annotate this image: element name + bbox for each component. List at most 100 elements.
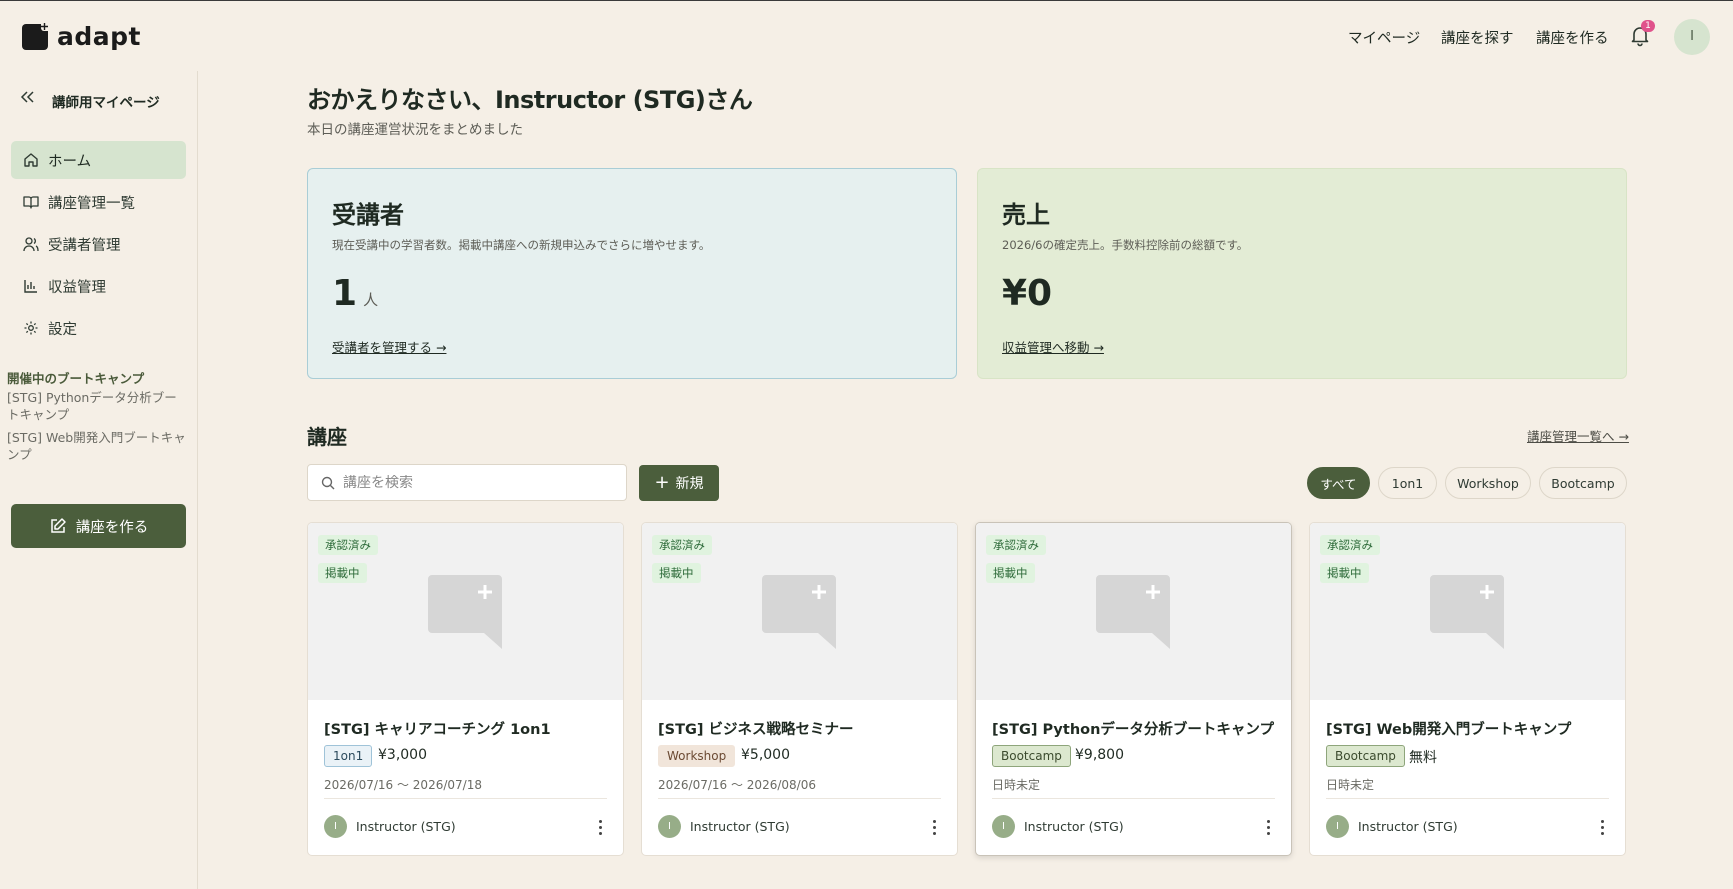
edit-icon [51,518,66,533]
course-date: 2026/07/16 〜 2026/08/06 [658,778,816,792]
sales-desc: 2026/6の確定売上。手数料控除前の総額です。 [1002,238,1249,252]
approval-status-tag: 承認済み [652,535,712,555]
home-icon [24,153,38,167]
new-course-label: 新規 [675,476,704,492]
publish-status-tag: 掲載中 [986,563,1035,583]
course-price: ¥9,800 [1075,747,1124,763]
divider [324,798,607,799]
nav-find-courses-link[interactable]: 講座を探す [1441,27,1514,48]
sidebar-item-students[interactable]: 受講者管理 [11,225,186,263]
chart-icon [24,280,37,293]
image-placeholder-icon [1096,575,1170,649]
course-price: 無料 [1409,750,1437,766]
publish-status-tag: 掲載中 [652,563,701,583]
logo-text: adapt [57,22,141,51]
sidebar-item-label: 設定 [48,321,77,338]
sidebar-item-courses[interactable]: 講座管理一覧 [11,183,186,221]
course-title: [STG] キャリアコーチング 1on1 [324,722,551,738]
nav-mypage-link[interactable]: マイページ [1348,27,1420,48]
divider [658,798,941,799]
course-type-badge: Bootcamp [1326,745,1405,767]
course-type-badge: Workshop [658,745,736,767]
image-placeholder-icon [762,575,836,649]
approval-status-tag: 承認済み [318,535,378,555]
logo[interactable]: adapt [22,21,141,51]
course-date: 2026/07/16 〜 2026/07/18 [324,778,482,792]
sidebar-item-home[interactable]: ホーム [11,141,186,179]
logo-mark-icon [22,21,50,50]
notification-badge: 1 [1641,20,1655,32]
create-course-button[interactable]: 講座を作る [11,504,186,548]
course-thumbnail: 承認済み 掲載中 [642,523,957,700]
more-options-icon[interactable] [1256,815,1280,839]
sidebar-title: 講師用マイページ [52,95,160,111]
page-title: おかえりなさい、Instructor (STG)さん [307,86,753,114]
sales-title: 売上 [1002,201,1050,229]
filter-1on1[interactable]: 1on1 [1378,467,1437,499]
course-type-badge: 1on1 [324,745,373,767]
bootcamp-link[interactable]: [STG] Pythonデータ分析ブートキャンプ [7,389,187,423]
bootcamp-section-title: 開催中のブートキャンプ [7,371,145,386]
sidebar: 講師用マイページ ホーム 講座管理一覧 受講者管理 収益管理 設定 開催中のブー… [0,71,198,889]
nav-create-course-link[interactable]: 講座を作る [1536,27,1609,48]
course-card[interactable]: 承認済み 掲載中 [STG] キャリアコーチング 1on1 1on1 ¥3,00… [307,522,624,856]
instructor-avatar: I [658,815,681,838]
more-options-icon[interactable] [922,815,946,839]
publish-status-tag: 掲載中 [1320,563,1369,583]
sidebar-item-revenue[interactable]: 収益管理 [11,267,186,305]
students-count: 1人 [332,273,379,314]
search-icon [321,476,335,489]
course-card[interactable]: 承認済み 掲載中 [STG] Pythonデータ分析ブートキャンプ Bootca… [975,522,1292,856]
filter-workshop[interactable]: Workshop [1445,467,1531,499]
sidebar-item-settings[interactable]: 設定 [11,309,186,347]
sales-stat-card: 売上 2026/6の確定売上。手数料控除前の総額です。 ¥0 収益管理へ移動 → [977,168,1627,379]
course-title: [STG] Pythonデータ分析ブートキャンプ [992,722,1274,738]
course-card[interactable]: 承認済み 掲載中 [STG] ビジネス戦略セミナー Workshop ¥5,00… [641,522,958,856]
course-title: [STG] Web開発入門ブートキャンプ [1326,722,1572,738]
course-list-link[interactable]: 講座管理一覧へ → [1527,426,1629,445]
instructor-name: Instructor (STG) [690,819,790,834]
course-search-box[interactable] [307,464,627,501]
course-date: 日時未定 [1326,778,1375,792]
sales-amount: ¥0 [1002,273,1053,314]
approval-status-tag: 承認済み [1320,535,1380,555]
image-placeholder-icon [1430,575,1504,649]
more-options-icon[interactable] [588,815,612,839]
manage-students-link[interactable]: 受講者を管理する → [332,337,446,356]
sidebar-item-label: 収益管理 [48,279,106,296]
new-course-button[interactable]: + 新規 [639,465,719,501]
image-placeholder-icon [428,575,502,649]
more-options-icon[interactable] [1590,815,1614,839]
sidebar-item-label: 講座管理一覧 [48,195,135,212]
courses-section-title: 講座 [307,425,347,449]
students-stat-card: 受講者 現在受講中の学習者数。掲載中講座への新規申込みでさらに増やせます。 1人… [307,168,957,379]
plus-icon: + [654,472,670,493]
create-course-label: 講座を作る [75,519,149,536]
course-price: ¥5,000 [741,747,790,763]
page-subtitle: 本日の講座運営状況をまとめました [307,122,523,138]
students-title: 受講者 [332,201,404,229]
instructor-name: Instructor (STG) [1024,819,1124,834]
instructor-avatar: I [992,815,1015,838]
divider [1326,798,1609,799]
approval-status-tag: 承認済み [986,535,1046,555]
sidebar-item-label: ホーム [48,153,92,170]
bootcamp-link[interactable]: [STG] Web開発入門ブートキャンプ [7,429,187,463]
revenue-link[interactable]: 収益管理へ移動 → [1002,337,1104,356]
instructor-name: Instructor (STG) [356,819,456,834]
collapse-sidebar-icon[interactable] [18,88,36,106]
students-desc: 現在受講中の学習者数。掲載中講座への新規申込みでさらに増やせます。 [332,238,711,252]
course-type-badge: Bootcamp [992,745,1071,767]
filter-all[interactable]: すべて [1307,467,1370,499]
course-search-input[interactable] [343,474,603,491]
user-avatar[interactable]: I [1674,19,1710,55]
instructor-name: Instructor (STG) [1358,819,1458,834]
divider [992,798,1275,799]
course-thumbnail: 承認済み 掲載中 [1310,523,1625,700]
filter-bootcamp[interactable]: Bootcamp [1539,467,1627,499]
course-thumbnail: 承認済み 掲載中 [308,523,623,700]
publish-status-tag: 掲載中 [318,563,367,583]
course-card[interactable]: 承認済み 掲載中 [STG] Web開発入門ブートキャンプ Bootcamp 無… [1309,522,1626,856]
sidebar-item-label: 受講者管理 [48,237,121,254]
course-thumbnail: 承認済み 掲載中 [976,523,1291,700]
